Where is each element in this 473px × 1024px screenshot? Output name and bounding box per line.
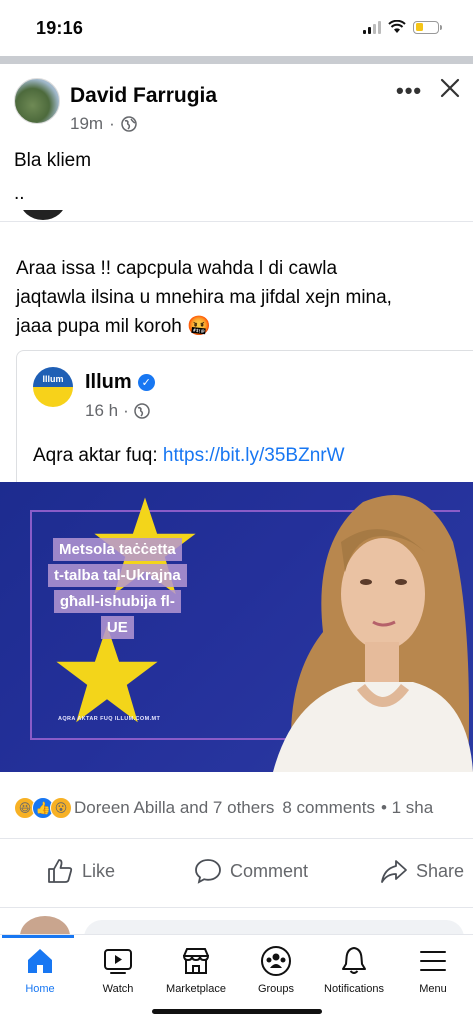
shared-text-line: jaaa pupa mil koroh 🤬 (16, 316, 211, 337)
article-link[interactable]: https://bit.ly/35BZnrW (163, 445, 345, 466)
post-meta: 19m · (70, 114, 137, 134)
tab-label: Notifications (324, 983, 384, 995)
post-action-bar: Like Comment Share (0, 838, 473, 908)
reactions-summary[interactable]: 😆 👍 😮 Doreen Abilla and 7 others 8 comme… (14, 797, 433, 819)
tab-home[interactable]: Home (0, 945, 80, 995)
shares-count[interactable]: • 1 sha (381, 798, 433, 818)
shared-post-header-clipped (0, 210, 473, 222)
home-icon (28, 949, 52, 973)
tab-marketplace[interactable]: Marketplace (156, 945, 236, 995)
tab-label: Marketplace (166, 983, 226, 995)
headline-line: għall-ishubija fl- (53, 590, 181, 613)
status-time: 19:16 (36, 18, 84, 38)
like-button[interactable]: Like (46, 857, 115, 885)
tab-notifications[interactable]: Notifications (314, 945, 394, 995)
watch-icon (104, 949, 132, 974)
author-avatar[interactable] (14, 78, 60, 124)
person-photo (273, 495, 473, 772)
wow-reaction-icon: 😮 (50, 797, 72, 819)
page-name-label: Illum (85, 371, 132, 393)
quoted-time[interactable]: 16 h (85, 401, 118, 421)
meta-separator: · (109, 114, 115, 133)
page-name[interactable]: Illum ✓ (85, 371, 155, 394)
signal-icon (363, 20, 381, 34)
author-name[interactable]: David Farrugia (70, 84, 217, 108)
reaction-icons: 😆 👍 😮 (14, 797, 72, 819)
image-url-caption: AQRA AKTAR FUQ ILLUM.COM.MT (58, 716, 161, 722)
post-text-continuation: .. (14, 183, 25, 204)
share-icon (381, 860, 407, 883)
tab-label: Home (25, 983, 55, 995)
tab-watch[interactable]: Watch (78, 945, 158, 995)
image-headline: Metsola taċċetta t-talba tal-Ukrajna għa… (48, 538, 187, 642)
commenter-avatar (20, 916, 70, 934)
status-icons (363, 20, 442, 34)
status-bar: 19:16 (0, 0, 473, 56)
shared-text-line: jaqtawla ilsina u mnehira ma jifdal xejn… (16, 287, 392, 308)
comment-icon (195, 859, 221, 884)
bell-icon (342, 947, 366, 974)
like-label: Like (82, 860, 116, 881)
battery-icon (413, 20, 442, 34)
tab-label: Watch (102, 983, 134, 995)
shared-post-text: Araa issa !! capcpula wahda l di cawla j… (16, 254, 473, 341)
marketplace-icon (182, 948, 210, 974)
comment-bubble[interactable] (84, 920, 464, 934)
active-tab-indicator (2, 935, 74, 938)
quoted-post-card[interactable]: Illum Illum ✓ 16 h · Aqra aktar fuq: htt… (16, 350, 473, 482)
quoted-meta: 16 h · (85, 401, 150, 421)
headline-line: UE (100, 616, 134, 639)
wifi-icon (388, 20, 406, 33)
groups-icon (261, 946, 291, 976)
verified-badge-icon: ✓ (137, 374, 155, 391)
like-icon (48, 859, 73, 883)
tab-groups[interactable]: Groups (236, 945, 316, 995)
post-header: David Farrugia 19m · ••• (0, 64, 473, 148)
tab-menu[interactable]: Menu (393, 945, 473, 995)
article-image[interactable]: Metsola taċċetta t-talba tal-Ukrajna għa… (0, 482, 473, 772)
close-icon[interactable] (438, 76, 462, 100)
shared-author-avatar (20, 210, 66, 220)
home-indicator[interactable] (152, 1009, 322, 1014)
comments-count[interactable]: 8 comments (282, 798, 375, 818)
menu-icon (420, 951, 446, 971)
comment-preview-clipped (0, 910, 473, 934)
tab-label: Groups (257, 983, 295, 995)
headline-line: t-talba tal-Ukrajna (48, 564, 187, 587)
globe-icon (134, 403, 150, 419)
comment-label: Comment (230, 860, 309, 881)
share-button[interactable]: Share (380, 857, 464, 885)
post-text: Bla kliem (14, 150, 92, 171)
globe-icon (121, 116, 137, 132)
read-more-prefix: Aqra aktar fuq: (33, 445, 163, 466)
share-label: Share (416, 860, 465, 881)
tab-label: Menu (419, 983, 447, 995)
headline-line: Metsola taċċetta (52, 538, 182, 561)
post-time[interactable]: 19m (70, 114, 103, 134)
shared-text-line: Araa issa !! capcpula wahda l di cawla (16, 258, 338, 279)
meta-separator: · (123, 401, 129, 420)
illum-logo[interactable]: Illum (33, 367, 73, 407)
top-divider (0, 56, 473, 64)
comment-button[interactable]: Comment (194, 857, 308, 885)
illum-logo-text: Illum (33, 367, 73, 387)
more-options-icon[interactable]: ••• (396, 78, 422, 104)
reactions-text[interactable]: Doreen Abilla and 7 others (74, 798, 274, 818)
read-more-text: Aqra aktar fuq: https://bit.ly/35BZnrW (33, 445, 345, 467)
